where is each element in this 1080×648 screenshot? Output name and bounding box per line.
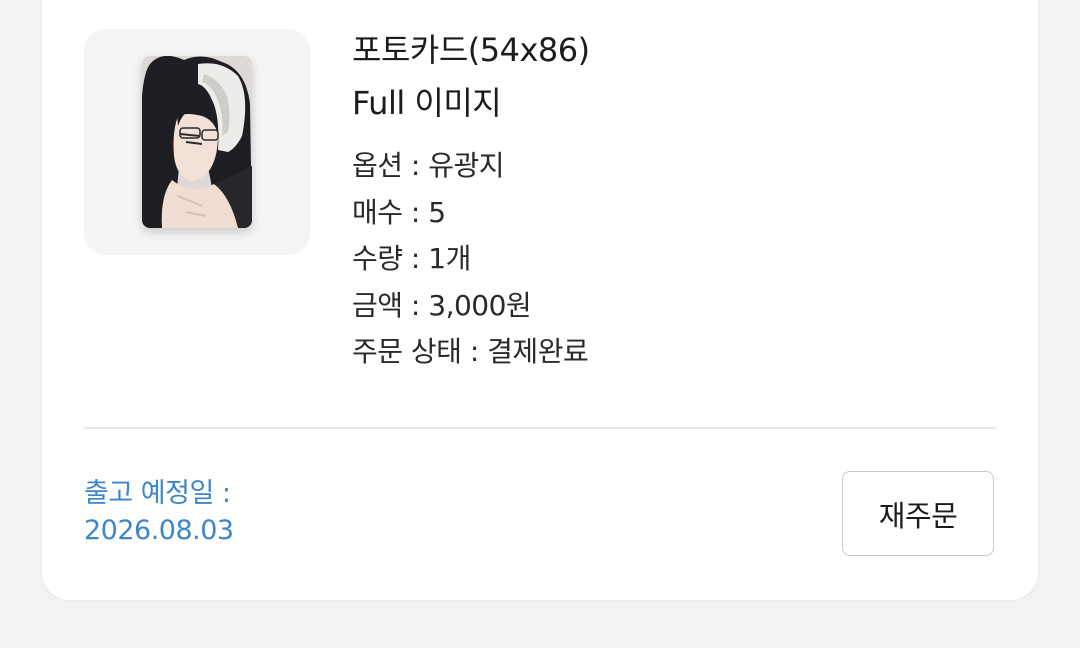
product-subtitle: Full 이미지 [352, 84, 502, 122]
sheets-row: 매수 : 5 [352, 195, 446, 229]
order-status-row: 주문 상태 : 결제완료 [352, 335, 589, 368]
quantity-row: 수량 : 1개 [352, 242, 471, 275]
order-item-card: 포토카드(54x86) Full 이미지 옵션 : 유광지 매수 : 5 수량 … [42, 0, 1038, 600]
product-info: 포토카드(54x86) Full 이미지 옵션 : 유광지 매수 : 5 수량 … [352, 32, 590, 376]
order-details: 옵션 : 유광지 매수 : 5 수량 : 1개 금액 : 3,000원 주문 상… [352, 143, 590, 376]
shipping-info: 출고 예정일 : 2026.08.03 [84, 475, 234, 549]
option-row: 옵션 : 유광지 [352, 149, 505, 182]
shipping-date: 2026.08.03 [84, 515, 234, 546]
shipping-label: 출고 예정일 : [84, 478, 231, 509]
product-title: 포토카드(54x86) [352, 31, 590, 69]
photocard-image [142, 56, 252, 228]
divider [84, 427, 996, 429]
amount-row: 금액 : 3,000원 [352, 288, 532, 322]
product-thumbnail[interactable] [84, 29, 310, 255]
reorder-button[interactable]: 재주문 [842, 471, 994, 556]
